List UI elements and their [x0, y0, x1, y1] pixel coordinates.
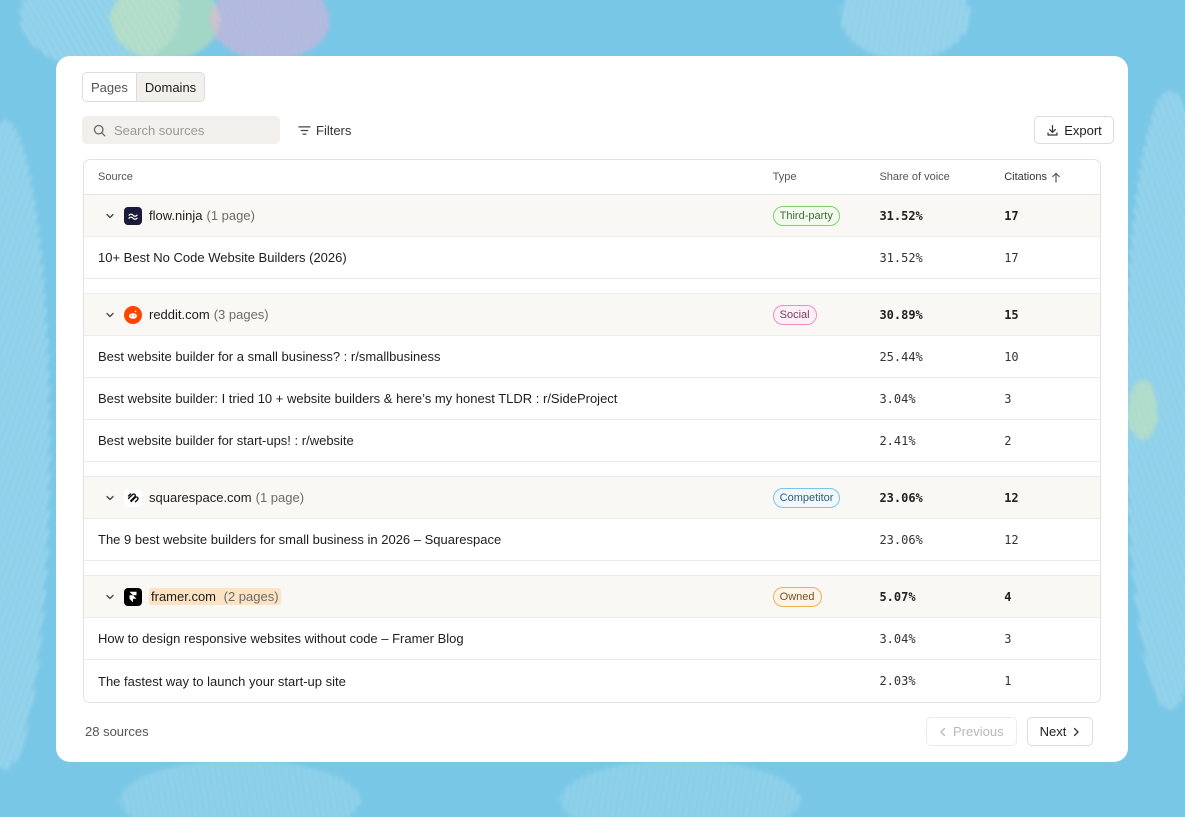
group-divider [84, 462, 1100, 477]
citations: 15 [1004, 307, 1019, 322]
chevron-down-icon[interactable] [98, 206, 122, 226]
page-row[interactable]: 10+ Best No Code Website Builders (2026)… [84, 237, 1100, 279]
domain-name: flow.ninja [149, 208, 203, 223]
chevron-left-icon [940, 727, 946, 736]
column-source: Source [98, 171, 133, 183]
share-of-voice: 31.52% [879, 208, 923, 223]
sources-table: Source Type Share of voice Citations flo… [83, 159, 1101, 703]
download-icon [1047, 124, 1058, 136]
page-row[interactable]: Best website builder for start-ups! : r/… [84, 420, 1100, 462]
citations: 4 [1004, 589, 1012, 604]
share-of-voice: 25.44% [879, 349, 923, 364]
page-row[interactable]: How to design responsive websites withou… [84, 618, 1100, 660]
next-button[interactable]: Next [1026, 717, 1094, 746]
share-of-voice: 3.04% [879, 391, 916, 406]
page-count: (2 pages) [223, 589, 279, 604]
page-row[interactable]: The 9 best website builders for small bu… [84, 519, 1100, 561]
page-title[interactable]: 10+ Best No Code Website Builders (2026) [84, 250, 773, 265]
group-divider [84, 561, 1100, 576]
page-row[interactable]: Best website builder for a small busines… [84, 336, 1100, 378]
share-of-voice: 23.06% [879, 532, 923, 547]
chevron-right-icon [1074, 727, 1079, 736]
page-row[interactable]: The fastest way to launch your start-up … [84, 660, 1100, 702]
column-share-of-voice[interactable]: Share of voice [879, 171, 1004, 183]
citations: 12 [1004, 532, 1019, 547]
page-title[interactable]: The 9 best website builders for small bu… [84, 532, 773, 547]
search-box [82, 116, 280, 144]
page-row[interactable]: Best website builder: I tried 10 + websi… [84, 378, 1100, 420]
filters-label: Filters [316, 122, 352, 138]
share-of-voice: 2.41% [879, 433, 916, 448]
domain-name: framer.com [151, 589, 217, 604]
chevron-down-icon[interactable] [98, 488, 122, 508]
framer-favicon-icon [124, 587, 142, 606]
page-count: (3 pages) [213, 307, 269, 322]
group-divider [84, 279, 1100, 294]
previous-label: Previous [953, 724, 1004, 739]
page-title[interactable]: How to design responsive websites withou… [84, 631, 773, 646]
type-badge: Third-party [772, 205, 840, 226]
citations: 1 [1004, 674, 1012, 688]
page-title[interactable]: Best website builder for a small busines… [84, 349, 773, 364]
export-label: Export [1064, 122, 1102, 138]
tab-pages[interactable]: Pages [83, 73, 136, 101]
domain-name: squarespace.com [149, 490, 252, 505]
share-of-voice: 2.03% [879, 674, 916, 688]
next-label: Next [1039, 724, 1067, 739]
squarespace-favicon-icon [124, 488, 142, 507]
column-type: Type [772, 171, 797, 183]
page-title[interactable]: The fastest way to launch your start-up … [84, 674, 773, 689]
type-badge: Competitor [772, 487, 841, 508]
share-of-voice: 31.52% [879, 250, 923, 265]
reddit-favicon-icon [124, 305, 142, 324]
page-count: (1 page) [255, 490, 305, 505]
page-count: (1 page) [206, 208, 255, 223]
citations: 10 [1004, 349, 1019, 364]
citations: 3 [1004, 631, 1012, 646]
sources-count: 28 sources [85, 724, 149, 739]
type-badge: Owned [772, 586, 822, 607]
page-title[interactable]: Best website builder for start-ups! : r/… [84, 433, 773, 448]
sort-arrow-up-icon [1052, 172, 1060, 183]
citations: 17 [1004, 250, 1019, 265]
view-toggle: Pages Domains [82, 72, 206, 102]
domain-row-framer[interactable]: framer.com (2 pages) Owned 5.07% 4 [84, 576, 1100, 618]
tab-domains[interactable]: Domains [135, 73, 205, 101]
domain-row-squarespace[interactable]: squarespace.com (1 page) Competitor 23.0… [84, 477, 1100, 519]
flow-ninja-favicon-icon [124, 206, 142, 225]
table-header: Source Type Share of voice Citations [84, 160, 1100, 195]
pagination: Previous Next [926, 717, 1094, 746]
export-button[interactable]: Export [1034, 116, 1114, 144]
column-citations-label: Citations [1004, 171, 1047, 183]
citations: 17 [1004, 208, 1019, 223]
type-badge: Social [772, 304, 817, 325]
domain-row-reddit[interactable]: reddit.com (3 pages) Social 30.89% 15 [84, 294, 1100, 336]
search-icon [93, 124, 106, 136]
chevron-down-icon[interactable] [98, 587, 122, 607]
previous-button[interactable]: Previous [926, 717, 1017, 746]
share-of-voice: 30.89% [879, 307, 923, 322]
domain-row-flow-ninja[interactable]: flow.ninja (1 page) Third-party 31.52% 1… [84, 195, 1100, 237]
citations: 12 [1004, 490, 1019, 505]
domain-highlight: framer.com (2 pages) [149, 588, 281, 605]
sources-panel: Pages Domains Filters Export Source Type… [56, 56, 1128, 762]
share-of-voice: 5.07% [879, 589, 916, 604]
search-input[interactable] [114, 122, 264, 138]
column-citations[interactable]: Citations [1004, 171, 1100, 183]
citations: 2 [1004, 433, 1012, 448]
share-of-voice: 3.04% [879, 631, 916, 646]
filters-button[interactable]: Filters [298, 116, 351, 144]
filter-icon [298, 125, 311, 135]
domain-name: reddit.com [149, 307, 210, 322]
chevron-down-icon[interactable] [98, 305, 122, 325]
share-of-voice: 23.06% [879, 490, 923, 505]
page-title[interactable]: Best website builder: I tried 10 + websi… [84, 391, 773, 406]
citations: 3 [1004, 391, 1012, 406]
